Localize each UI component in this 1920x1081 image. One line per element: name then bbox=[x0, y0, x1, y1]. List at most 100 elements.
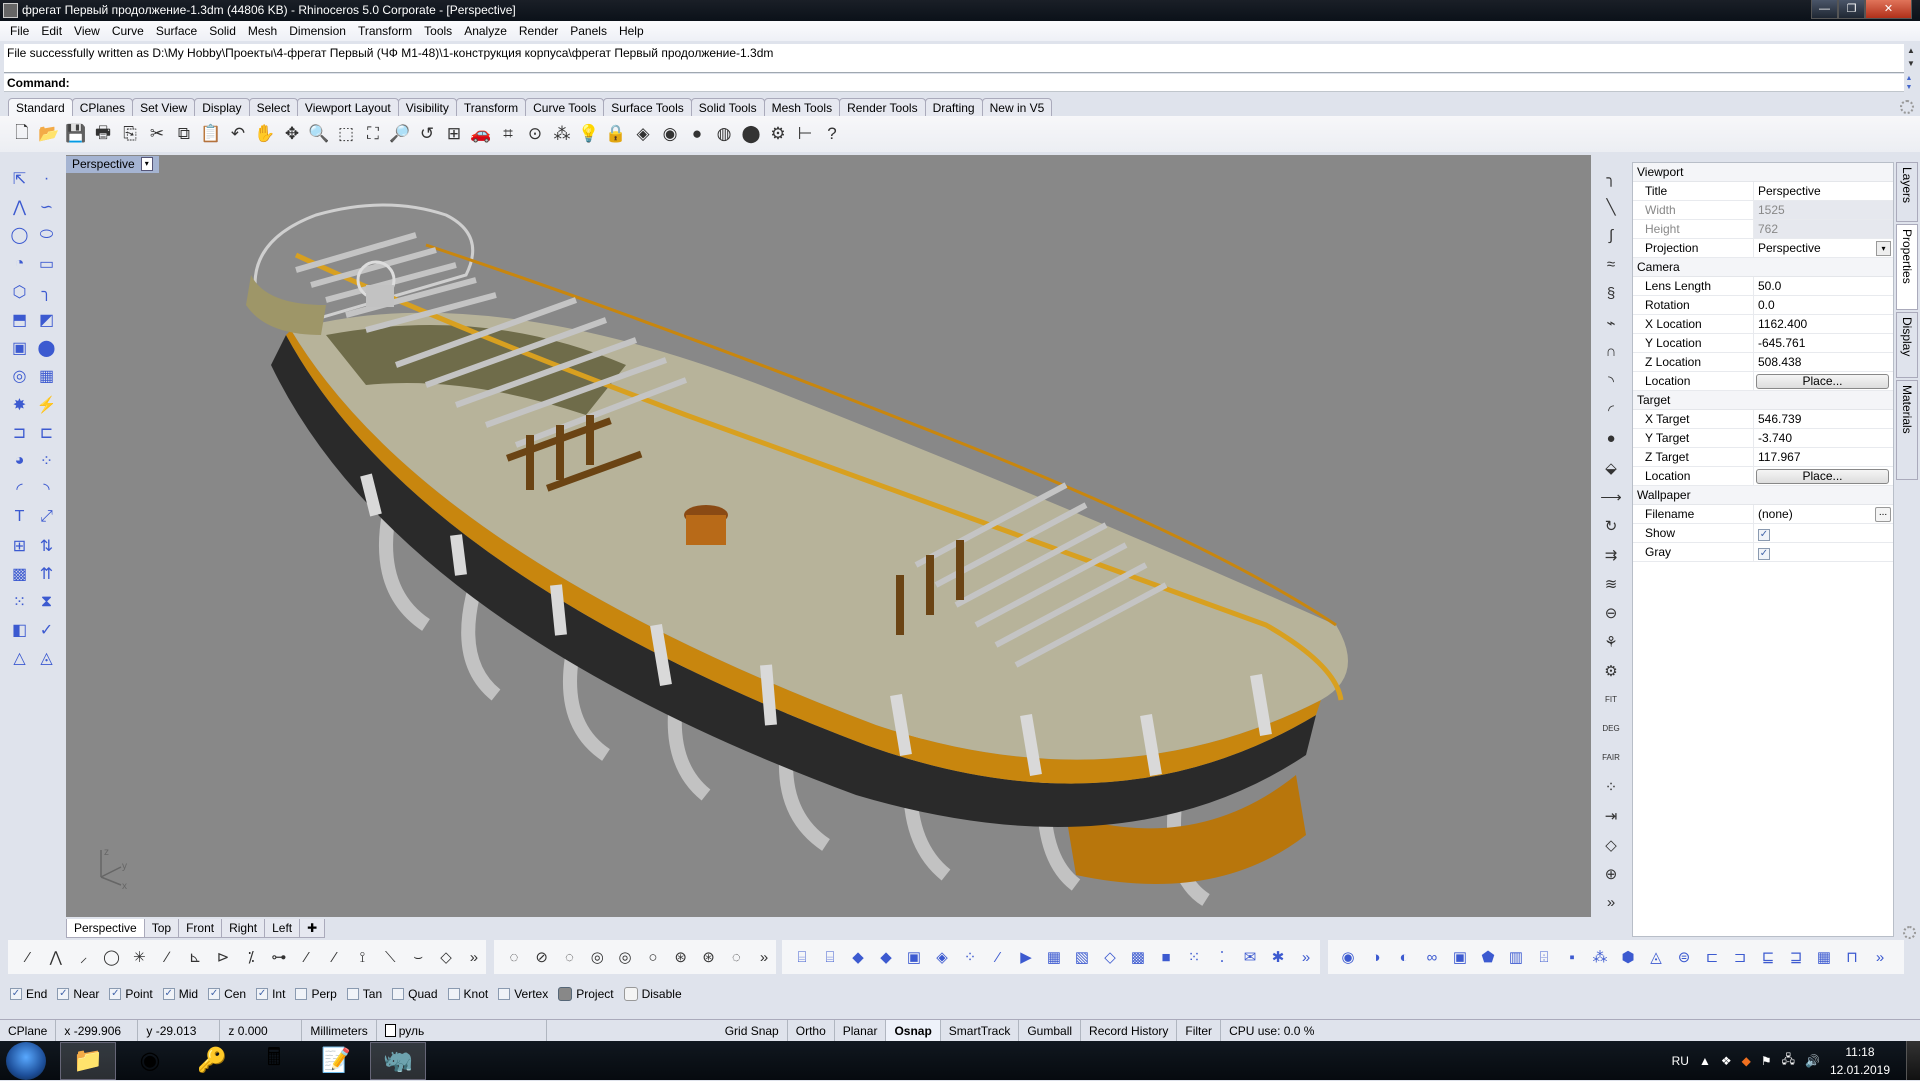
osnap-perp-checkbox[interactable] bbox=[295, 988, 308, 1000]
cut-icon[interactable]: ✂ bbox=[145, 122, 169, 146]
surface-tool-8-icon[interactable]: ▶ bbox=[1014, 945, 1038, 969]
osnap-end[interactable]: ✓ End bbox=[10, 987, 47, 1001]
mirror-icon[interactable]: ⇅ bbox=[33, 531, 60, 559]
zoom-window-icon[interactable]: ⬚ bbox=[334, 122, 358, 146]
toolbar-tab-select[interactable]: Select bbox=[248, 98, 298, 116]
sphere-icon[interactable]: ⬤ bbox=[33, 334, 60, 362]
menu-transform[interactable]: Transform bbox=[352, 24, 418, 38]
smooth-icon[interactable]: ⚙ bbox=[1597, 657, 1625, 684]
status-record-history[interactable]: Record History bbox=[1081, 1019, 1178, 1042]
fair-label-icon[interactable]: FAIR bbox=[1597, 744, 1625, 771]
cage-edit-icon[interactable]: ▩ bbox=[6, 560, 33, 588]
osnap-near-checkbox[interactable]: ✓ bbox=[57, 988, 70, 1000]
solid-more-icon[interactable]: » bbox=[1868, 945, 1892, 969]
taskbar-chrome-icon[interactable]: ◉ bbox=[122, 1042, 178, 1080]
prop-value[interactable]: ✓ bbox=[1754, 524, 1893, 542]
curve-tool-2-icon[interactable]: ⸝ bbox=[72, 945, 96, 969]
prop-value[interactable]: -645.761 bbox=[1754, 334, 1893, 352]
curve-tool-6-icon[interactable]: ⊾ bbox=[183, 945, 207, 969]
prop-value[interactable]: 508.438 bbox=[1754, 353, 1893, 371]
blend-curve-icon[interactable]: ∫ bbox=[1597, 222, 1625, 249]
perspective-viewport[interactable]: z y x bbox=[66, 155, 1591, 917]
car-icon[interactable]: 🚗 bbox=[469, 122, 493, 146]
surface-tool-9-icon[interactable]: ▦ bbox=[1042, 945, 1066, 969]
add-viewport-tab-button[interactable]: ✚ bbox=[299, 919, 326, 938]
prop-value[interactable]: -3.740 bbox=[1754, 429, 1893, 447]
osnap-mid-checkbox[interactable]: ✓ bbox=[162, 988, 175, 1000]
show-checkbox[interactable]: ✓ bbox=[1758, 529, 1770, 541]
action-center-flag-icon[interactable]: ⚑ bbox=[1761, 1054, 1772, 1068]
save-icon[interactable]: 💾 bbox=[64, 122, 88, 146]
osnap-quad[interactable]: Quad bbox=[392, 987, 438, 1001]
zoom-extents-icon[interactable]: ⛶ bbox=[361, 122, 385, 146]
curve-tool-9-icon[interactable]: ⊶ bbox=[267, 945, 291, 969]
arc-blend-icon[interactable]: ∩ bbox=[1597, 338, 1625, 365]
help-icon[interactable]: ? bbox=[820, 122, 844, 146]
taskbar-rhinoceros-icon[interactable]: 🦏 bbox=[370, 1041, 426, 1080]
prop-value[interactable]: Perspective ▾ bbox=[1754, 239, 1893, 257]
options-icon[interactable]: ⚙ bbox=[766, 122, 790, 146]
check-icon[interactable]: ✓ bbox=[33, 616, 60, 644]
osnap-vertex-checkbox[interactable] bbox=[498, 988, 511, 1000]
solid-tool-11-icon[interactable]: ◬ bbox=[1644, 945, 1668, 969]
status-grid-snap[interactable]: Grid Snap bbox=[717, 1019, 788, 1042]
point-icon[interactable]: · bbox=[33, 165, 60, 193]
volume-icon[interactable]: 🔊 bbox=[1805, 1054, 1820, 1068]
analyze-icon[interactable]: ◧ bbox=[6, 616, 33, 644]
surface-patch-icon[interactable]: ▦ bbox=[33, 362, 60, 390]
solid-tool-7-icon[interactable]: ⌹ bbox=[1532, 945, 1556, 969]
osnap-knot-checkbox[interactable] bbox=[447, 988, 460, 1000]
zoom-dynamic-icon[interactable]: 🔍 bbox=[307, 122, 331, 146]
solid-tool-16-icon[interactable]: ⊒ bbox=[1784, 945, 1808, 969]
surface-tool-11-icon[interactable]: ◇ bbox=[1098, 945, 1122, 969]
export-icon[interactable]: ⎘ bbox=[118, 122, 142, 146]
prop-value[interactable]: ✓ bbox=[1754, 543, 1893, 561]
toolbar-tab-surface-tools[interactable]: Surface Tools bbox=[603, 98, 692, 116]
side-tab-layers[interactable]: Layers bbox=[1896, 162, 1918, 222]
menu-file[interactable]: File bbox=[4, 24, 35, 38]
rendered-icon[interactable]: ◍ bbox=[712, 122, 736, 146]
circle-icon[interactable]: ◯ bbox=[6, 221, 33, 249]
curve-tool-0-icon[interactable]: ⁄ bbox=[16, 945, 40, 969]
viewport-menu-dropdown-icon[interactable]: ▾ bbox=[140, 157, 153, 171]
toolbar-tab-viewport-layout[interactable]: Viewport Layout bbox=[296, 98, 399, 116]
prop-value[interactable]: 117.967 bbox=[1754, 448, 1893, 466]
curve-tool-12-icon[interactable]: ⟟ bbox=[351, 945, 375, 969]
fillet-icon[interactable]: ◜ bbox=[6, 475, 33, 503]
surface-tool-14-icon[interactable]: ⁙ bbox=[1182, 945, 1206, 969]
curve-tool-14-icon[interactable]: ⌣ bbox=[406, 945, 430, 969]
render-shape-icon[interactable]: ◬ bbox=[33, 644, 60, 672]
select-points-icon[interactable]: ⁂ bbox=[550, 122, 574, 146]
open-icon[interactable]: 📂 bbox=[37, 122, 61, 146]
surface-tool-4-icon[interactable]: ▣ bbox=[902, 945, 926, 969]
fillet-curve-icon[interactable]: ╮ bbox=[33, 278, 60, 306]
select-arrow-icon[interactable]: ⇱ bbox=[6, 165, 33, 193]
command-scroll[interactable]: ▲ ▼ bbox=[1902, 74, 1916, 92]
surface-edge-icon[interactable]: ◩ bbox=[33, 306, 60, 334]
surface-more-icon[interactable]: » bbox=[1294, 945, 1318, 969]
osnap-int-checkbox[interactable]: ✓ bbox=[256, 988, 269, 1000]
gray-checkbox[interactable]: ✓ bbox=[1758, 548, 1770, 560]
circle-tool-0-icon[interactable]: ◌ bbox=[502, 945, 526, 969]
osnap-int[interactable]: ✓ Int bbox=[256, 987, 285, 1001]
osnap-quad-checkbox[interactable] bbox=[392, 988, 405, 1000]
osnap-disable[interactable]: Disable bbox=[623, 987, 682, 1001]
surface-tool-12-icon[interactable]: ▩ bbox=[1126, 945, 1150, 969]
toolbar-tab-visibility[interactable]: Visibility bbox=[397, 98, 457, 116]
solid-tool-10-icon[interactable]: ⬢ bbox=[1616, 945, 1640, 969]
text-icon[interactable]: T bbox=[6, 503, 33, 531]
polygon-icon[interactable]: ◇ bbox=[1597, 831, 1625, 858]
dimension-icon[interactable]: ⊢ bbox=[793, 122, 817, 146]
offset-curve-icon[interactable]: § bbox=[1597, 280, 1625, 307]
split-pipe-icon[interactable]: ⧗ bbox=[33, 588, 60, 616]
solid-tool-3-icon[interactable]: ∞ bbox=[1420, 945, 1444, 969]
prop-value[interactable]: 546.739 bbox=[1754, 410, 1893, 428]
extend-icon[interactable]: ⟶ bbox=[1597, 483, 1625, 510]
menu-panels[interactable]: Panels bbox=[564, 24, 613, 38]
surface-tool-7-icon[interactable]: ⁄ bbox=[986, 945, 1010, 969]
pipe-icon[interactable]: ⊖ bbox=[1597, 599, 1625, 626]
circle-tool-6-icon[interactable]: ⊛ bbox=[669, 945, 693, 969]
solid-tool-15-icon[interactable]: ⊑ bbox=[1756, 945, 1780, 969]
solid-tool-8-icon[interactable]: ▪ bbox=[1560, 945, 1584, 969]
surface-tool-16-icon[interactable]: ✉ bbox=[1238, 945, 1262, 969]
